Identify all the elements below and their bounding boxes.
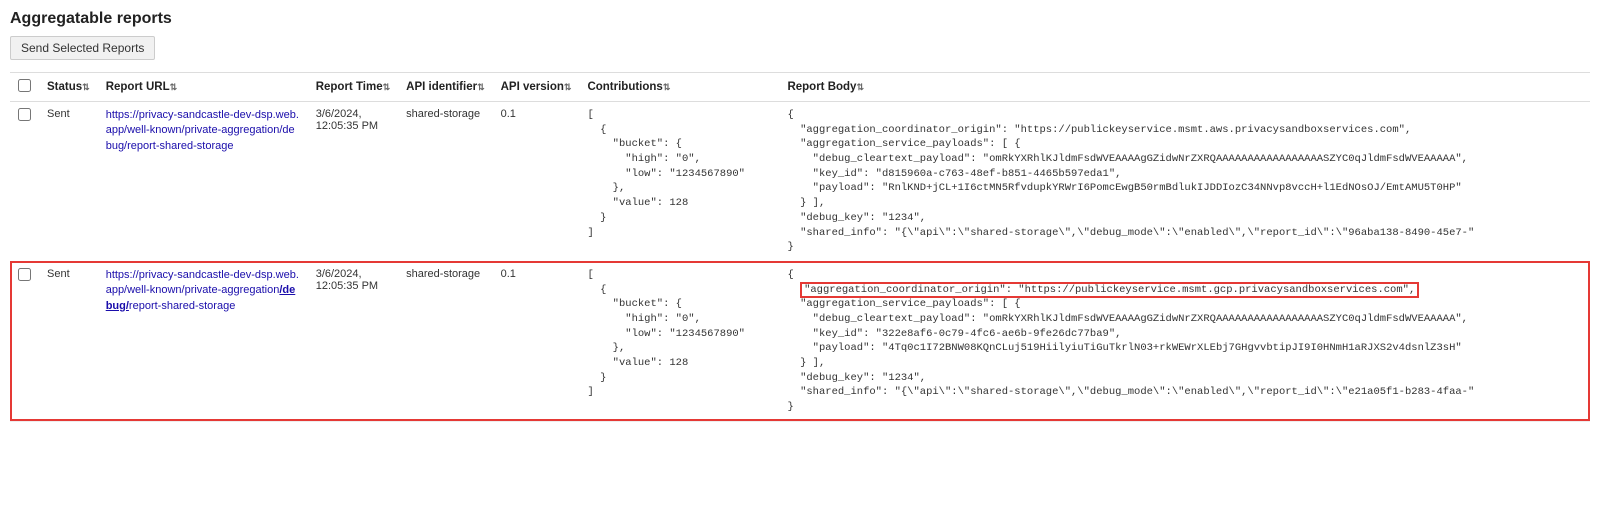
row2-api-id: shared-storage [398,261,492,421]
col-status-header: Status⇅ [39,73,98,102]
row2-status: Sent [39,261,98,421]
col-contributions-header: Contributions⇅ [579,73,779,102]
row1-status: Sent [39,102,98,262]
row1-time: 3/6/2024, 12:05:35 PM [308,102,398,262]
body-sort-icon[interactable]: ⇅ [856,82,864,92]
row1-checkbox-cell[interactable] [10,102,39,262]
api-id-sort-icon[interactable]: ⇅ [477,82,485,92]
col-api-id-header: API identifier⇅ [398,73,492,102]
time-sort-icon[interactable]: ⇅ [383,82,391,92]
row1-body: { "aggregation_coordinator_origin": "htt… [779,102,1590,262]
send-selected-button[interactable]: Send Selected Reports [10,36,155,60]
url-sort-icon[interactable]: ⇅ [170,82,178,92]
select-all-checkbox[interactable] [18,79,31,92]
row1-checkbox[interactable] [18,108,31,121]
api-ver-sort-icon[interactable]: ⇅ [564,82,572,92]
row1-url: https://privacy-sandcastle-dev-dsp.web.a… [98,102,308,262]
col-url-header: Report URL⇅ [98,73,308,102]
row1-api-ver: 0.1 [493,102,580,262]
row1-api-id: shared-storage [398,102,492,262]
row2-checkbox[interactable] [18,268,31,281]
col-time-header: Report Time⇅ [308,73,398,102]
row2-checkbox-cell[interactable] [10,261,39,421]
row2-api-ver: 0.1 [493,261,580,421]
row2-url: https://privacy-sandcastle-dev-dsp.web.a… [98,261,308,421]
col-body-header: Report Body⇅ [779,73,1590,102]
page-title: Aggregatable reports [10,10,1590,28]
col-api-ver-header: API version⇅ [493,73,580,102]
table-body: Sent https://privacy-sandcastle-dev-dsp.… [10,102,1590,422]
col-checkbox-header[interactable] [10,73,39,102]
row2-contributions: [ { "bucket": { "high": "0", "low": "123… [579,261,779,421]
highlighted-body-line: "aggregation_coordinator_origin": "https… [800,282,1419,298]
row1-contributions: [ { "bucket": { "high": "0", "low": "123… [579,102,779,262]
status-sort-icon[interactable]: ⇅ [82,82,90,92]
reports-table: Status⇅ Report URL⇅ Report Time⇅ API ide… [10,72,1590,422]
table-row: Sent https://privacy-sandcastle-dev-dsp.… [10,102,1590,262]
row2-body: { "aggregation_coordinator_origin": "htt… [779,261,1590,421]
row2-time: 3/6/2024, 12:05:35 PM [308,261,398,421]
table-row: Sent https://privacy-sandcastle-dev-dsp.… [10,261,1590,421]
contrib-sort-icon[interactable]: ⇅ [663,82,671,92]
table-header-row: Status⇅ Report URL⇅ Report Time⇅ API ide… [10,73,1590,102]
